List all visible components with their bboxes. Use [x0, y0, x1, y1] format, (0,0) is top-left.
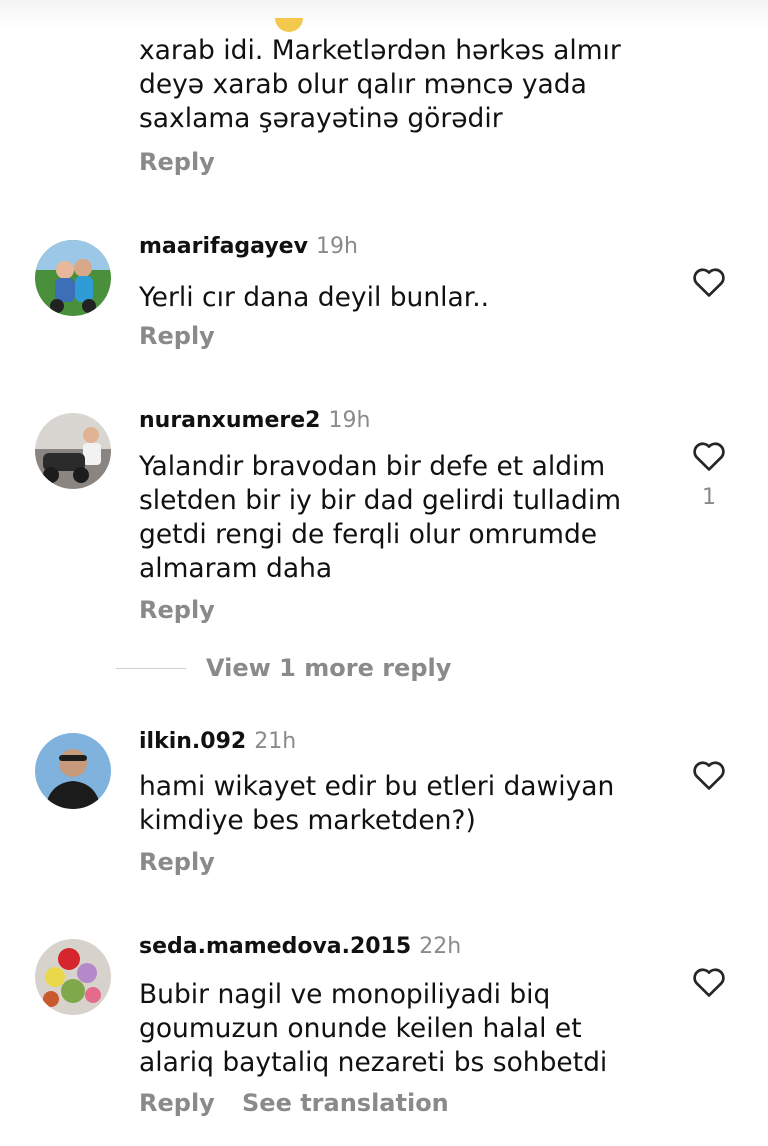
avatar[interactable]: [35, 939, 111, 1015]
reply-button[interactable]: Reply: [139, 1089, 215, 1117]
reply-button[interactable]: Reply: [139, 596, 215, 624]
username[interactable]: ilkin.092: [139, 729, 246, 754]
see-translation-button[interactable]: See translation: [242, 1089, 449, 1117]
timestamp: 21h: [254, 729, 297, 754]
comment-header: ilkin.092 21h: [139, 729, 296, 754]
timestamp: 19h: [315, 234, 358, 259]
heart-outline-icon[interactable]: [692, 440, 726, 472]
avatar-image: [35, 939, 111, 1015]
comment-text: hami wikayet edir bu etleri dawiyan kimd…: [139, 771, 615, 836]
username[interactable]: nuranxumere2: [139, 408, 320, 433]
comment-text: Bubir nagil ve monopiliyadi biq goumuzun…: [139, 979, 608, 1078]
avatar-image: [35, 733, 111, 809]
avatar-image: [35, 413, 111, 489]
comment-text: Yerli cır dana deyil bunlar..: [139, 282, 490, 313]
reply-button[interactable]: Reply: [139, 148, 215, 176]
divider-line: [116, 668, 186, 669]
comment-text: Yalandir bravodan bir defe et aldim slet…: [139, 451, 622, 584]
heart-outline-icon[interactable]: [692, 759, 726, 791]
timestamp: 22h: [419, 934, 462, 959]
heart-outline-icon[interactable]: [692, 266, 726, 298]
avatar-image: [35, 240, 111, 316]
avatar[interactable]: [35, 733, 111, 809]
view-more-replies-button[interactable]: View 1 more reply: [206, 654, 451, 682]
like-count: 1: [702, 485, 716, 510]
reply-button[interactable]: Reply: [139, 848, 215, 876]
comment-header: maarifagayev 19h: [139, 234, 358, 259]
comment-header: seda.mamedova.2015 22h: [139, 934, 461, 959]
timestamp: 19h: [328, 408, 371, 433]
username[interactable]: seda.mamedova.2015: [139, 934, 411, 959]
username[interactable]: maarifagayev: [139, 234, 308, 259]
heart-outline-icon[interactable]: [692, 966, 726, 998]
comment-header: nuranxumere2 19h: [139, 408, 370, 433]
comment-text: xarab idi. Marketlərdən hərkəs almır dey…: [139, 35, 621, 134]
avatar[interactable]: [35, 240, 111, 316]
avatar[interactable]: [35, 413, 111, 489]
reply-button[interactable]: Reply: [139, 322, 215, 350]
top-fade: [0, 0, 768, 30]
